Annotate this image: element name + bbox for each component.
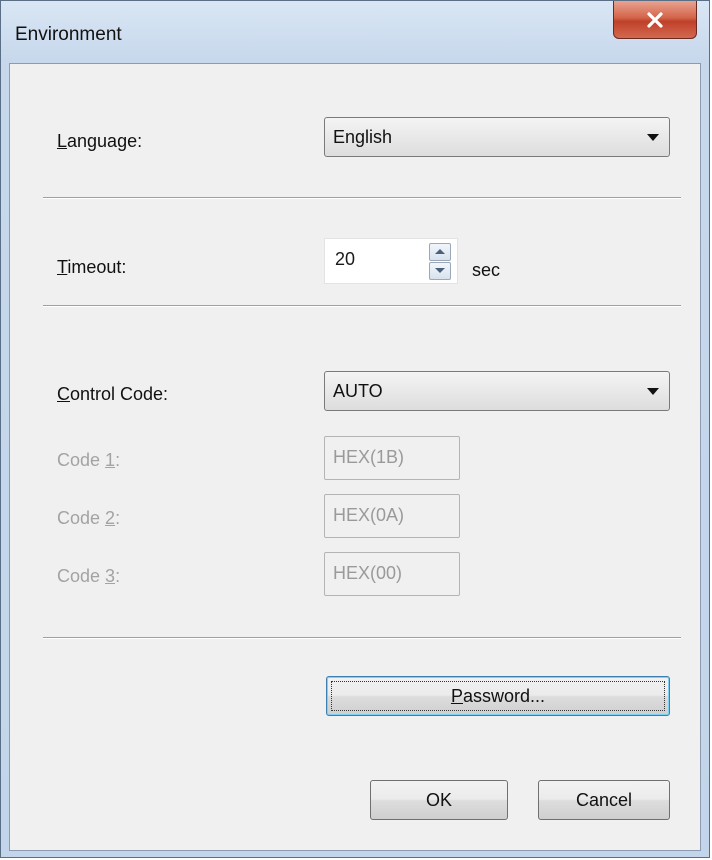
password-button[interactable]: Password... xyxy=(326,676,670,716)
arrow-up-icon xyxy=(435,249,445,254)
code-3-label: Code 3: xyxy=(57,566,121,586)
spin-down-button[interactable] xyxy=(429,262,451,280)
title-bar[interactable]: Environment xyxy=(1,1,709,63)
close-icon xyxy=(647,11,663,28)
control-code-label: Control Code: xyxy=(57,384,169,404)
code-1-label: Code 1: xyxy=(57,450,121,470)
language-dropdown[interactable]: English xyxy=(324,117,670,157)
chevron-down-icon xyxy=(647,388,659,395)
language-label: Language: xyxy=(57,131,143,151)
dialog-body: Language: English Timeout: 20 sec Contro… xyxy=(9,63,701,851)
arrow-down-icon xyxy=(435,268,445,273)
code-2-field: HEX(0A) xyxy=(324,494,460,538)
ok-button[interactable]: OK xyxy=(370,780,508,820)
focus-ring xyxy=(331,681,665,711)
control-code-dropdown[interactable]: AUTO xyxy=(324,371,670,411)
code-2-label: Code 2: xyxy=(57,508,121,528)
language-value: English xyxy=(333,127,393,147)
chevron-down-icon xyxy=(647,134,659,141)
divider xyxy=(43,197,681,199)
close-button[interactable] xyxy=(613,1,697,39)
window-title: Environment xyxy=(15,24,122,45)
code-3-field: HEX(00) xyxy=(324,552,460,596)
code-1-field: HEX(1B) xyxy=(324,436,460,480)
timeout-stepper[interactable]: 20 xyxy=(324,238,458,284)
spin-up-button[interactable] xyxy=(429,243,451,261)
cancel-button[interactable]: Cancel xyxy=(538,780,670,820)
timeout-unit: sec xyxy=(472,260,501,280)
code-1-value: HEX(1B) xyxy=(333,447,405,467)
divider xyxy=(43,305,681,307)
divider xyxy=(43,637,681,639)
code-2-value: HEX(0A) xyxy=(333,505,405,525)
timeout-value: 20 xyxy=(335,249,356,269)
code-3-value: HEX(00) xyxy=(333,563,403,583)
dialog-window: Environment Language: English Timeout: 2… xyxy=(0,0,710,858)
timeout-label: Timeout: xyxy=(57,257,127,277)
control-code-value: AUTO xyxy=(333,381,383,401)
